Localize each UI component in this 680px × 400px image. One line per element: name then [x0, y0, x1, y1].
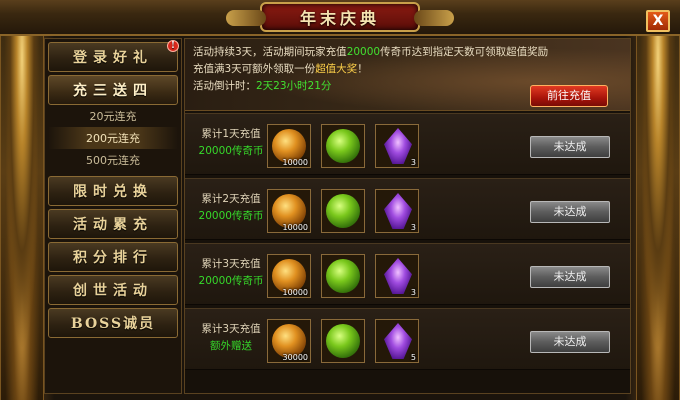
banner-line-1: 活动持续3天，活动期间玩家充值20000传奇币达到指定天数可领取超值奖励 — [193, 44, 622, 61]
row-amount: 20000传奇币 — [198, 210, 264, 222]
menu-item-label: BOSS诚员 — [70, 316, 156, 332]
claim-status-button[interactable]: 未达成 — [530, 201, 610, 223]
activity-menu: 登录好礼 ! 充三送四 20元连充 200元连充 500元连充 限时兑换 活动累… — [44, 38, 182, 394]
row-amount: 20000传奇币 — [198, 275, 264, 287]
row-label: 累计3天充值 额外赠送 — [189, 321, 273, 355]
menu-item-label: 积分排行 — [73, 250, 153, 266]
crystal-icon[interactable]: 3 — [375, 254, 419, 298]
sub-item-20-consecutive[interactable]: 20元连充 — [48, 105, 178, 127]
claim-status-button[interactable]: 未达成 — [530, 266, 610, 288]
sub-item-500-consecutive[interactable]: 500元连充 — [48, 149, 178, 171]
content-panel: 活动持续3天，活动期间玩家充值20000传奇币达到指定天数可领取超值奖励 充值满… — [184, 38, 631, 394]
banner-amount-highlight: 20000 — [346, 46, 381, 58]
banner-text: ！ — [357, 63, 368, 75]
crystal-icon[interactable]: 3 — [375, 189, 419, 233]
reward-row: 累计1天充值 20000传奇币 10000 3 未达成 — [185, 113, 630, 175]
reward-row: 累计3天充值 额外赠送 30000 5 未达成 — [185, 308, 630, 370]
reward-row: 累计2天充值 20000传奇币 10000 3 未达成 — [185, 178, 630, 240]
menu-item-label: 限时兑换 — [73, 184, 153, 200]
row-label: 累计2天充值 20000传奇币 — [189, 191, 273, 225]
reward-row: 累计3天充值 20000传奇币 10000 3 未达成 — [185, 243, 630, 305]
menu-item-label: 充三送四 — [73, 83, 153, 99]
row-title: 累计3天充值 — [201, 323, 261, 335]
claim-status-button[interactable]: 未达成 — [530, 136, 610, 158]
go-recharge-button[interactable]: 前往充值 — [530, 85, 608, 107]
coin-icon[interactable]: 30000 — [267, 319, 311, 363]
left-pillar-decoration — [0, 20, 44, 400]
item-count: 10000 — [282, 158, 308, 167]
title-wing-right — [414, 10, 454, 26]
claim-status-button[interactable]: 未达成 — [530, 331, 610, 353]
title-plate: 年末庆典 — [226, 2, 454, 32]
menu-item-label: 活动累充 — [73, 217, 153, 233]
item-count: 10000 — [282, 288, 308, 297]
row-title: 累计2天充值 — [201, 193, 261, 205]
row-label: 累计1天充值 20000传奇币 — [189, 126, 273, 160]
row-amount: 额外赠送 — [210, 340, 252, 352]
menu-item-accumulated-recharge[interactable]: 活动累充 — [48, 209, 178, 239]
coin-icon[interactable]: 10000 — [267, 254, 311, 298]
menu-item-login-gift[interactable]: 登录好礼 ! — [48, 40, 179, 72]
item-count: 10000 — [282, 223, 308, 232]
menu-item-limited-exchange[interactable]: 限时兑换 — [48, 176, 178, 206]
banner-line-2: 充值满3天可额外领取一份超值大奖！ — [193, 61, 622, 78]
row-amount: 20000传奇币 — [198, 145, 264, 157]
menu-item-label: 创世活动 — [73, 283, 153, 299]
jade-icon[interactable] — [321, 254, 365, 298]
countdown-value: 2天23小时21分 — [256, 80, 332, 92]
close-button[interactable]: X — [646, 10, 670, 32]
menu-item-boss[interactable]: BOSS诚员 — [48, 308, 178, 338]
window-title: 年末庆典 — [299, 9, 380, 28]
banner-text: 充值满3天可额外领取一份 — [193, 63, 316, 75]
banner-prize-highlight: 超值大奖 — [315, 63, 358, 75]
menu-item-recharge-bonus[interactable]: 充三送四 — [48, 75, 178, 105]
row-label: 累计3天充值 20000传奇币 — [189, 256, 273, 290]
event-banner: 活动持续3天，活动期间玩家充值20000传奇币达到指定天数可领取超值奖励 充值满… — [185, 39, 630, 111]
row-title: 累计3天充值 — [201, 258, 261, 270]
title-wing-left — [226, 10, 266, 26]
sub-item-200-consecutive[interactable]: 200元连充 — [48, 127, 178, 149]
item-count: 3 — [410, 223, 416, 232]
jade-icon[interactable] — [321, 124, 365, 168]
banner-text: 活动持续3天，活动期间玩家充值 — [193, 46, 347, 58]
item-count: 5 — [410, 353, 416, 362]
crystal-icon[interactable]: 3 — [375, 124, 419, 168]
crystal-icon[interactable]: 5 — [375, 319, 419, 363]
item-count: 3 — [410, 288, 416, 297]
right-pillar-decoration — [636, 20, 680, 400]
jade-icon[interactable] — [321, 319, 365, 363]
menu-item-genesis-event[interactable]: 创世活动 — [48, 275, 178, 305]
countdown-label: 活动倒计时： — [193, 80, 256, 92]
coin-icon[interactable]: 10000 — [267, 124, 311, 168]
item-count: 30000 — [282, 353, 308, 362]
title-bar: 年末庆典 X — [0, 0, 680, 36]
jade-icon[interactable] — [321, 189, 365, 233]
menu-item-points-ranking[interactable]: 积分排行 — [48, 242, 178, 272]
banner-text: 传奇币达到指定天数可领取超值奖励 — [380, 46, 549, 58]
item-count: 3 — [410, 158, 416, 167]
coin-icon[interactable]: 10000 — [267, 189, 311, 233]
row-title: 累计1天充值 — [201, 128, 261, 140]
notification-badge: ! — [167, 40, 179, 52]
menu-item-label: 登录好礼 — [73, 50, 153, 66]
